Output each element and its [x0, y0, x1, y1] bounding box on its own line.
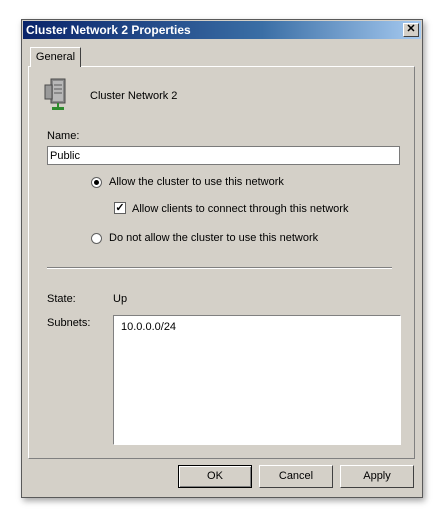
state-value: Up [113, 293, 128, 305]
allow-cluster-radio[interactable] [91, 177, 102, 188]
subnets-list[interactable]: 10.0.0.0/24 [113, 315, 401, 445]
subnets-label: Subnets: [47, 317, 91, 329]
server-icon [44, 78, 66, 110]
tab-general-label: General [35, 51, 76, 63]
tab-general[interactable]: General [30, 47, 81, 67]
properties-dialog: Cluster Network 2 Properties ✕ General C… [21, 19, 423, 498]
deny-cluster-radio[interactable] [91, 233, 102, 244]
network-name: Cluster Network 2 [90, 90, 178, 102]
name-input[interactable] [47, 146, 400, 165]
checkmark-icon: ✓ [115, 202, 125, 214]
title-bar[interactable]: Cluster Network 2 Properties ✕ [23, 21, 421, 39]
allow-clients-checkbox[interactable]: ✓ [114, 202, 126, 214]
state-label: State: [47, 293, 76, 305]
ok-button[interactable]: OK [178, 465, 252, 488]
name-label: Name: [47, 130, 80, 142]
cancel-button[interactable]: Cancel [259, 465, 333, 488]
allow-clients-label[interactable]: Allow clients to connect through this ne… [132, 203, 348, 215]
list-item[interactable]: 10.0.0.0/24 [121, 321, 393, 333]
allow-cluster-label[interactable]: Allow the cluster to use this network [109, 176, 284, 188]
window-title: Cluster Network 2 Properties [26, 23, 191, 37]
section-divider [47, 267, 392, 269]
deny-cluster-label[interactable]: Do not allow the cluster to use this net… [109, 232, 318, 244]
apply-button[interactable]: Apply [340, 465, 414, 488]
close-button[interactable]: ✕ [403, 23, 419, 37]
close-icon: ✕ [406, 23, 416, 35]
